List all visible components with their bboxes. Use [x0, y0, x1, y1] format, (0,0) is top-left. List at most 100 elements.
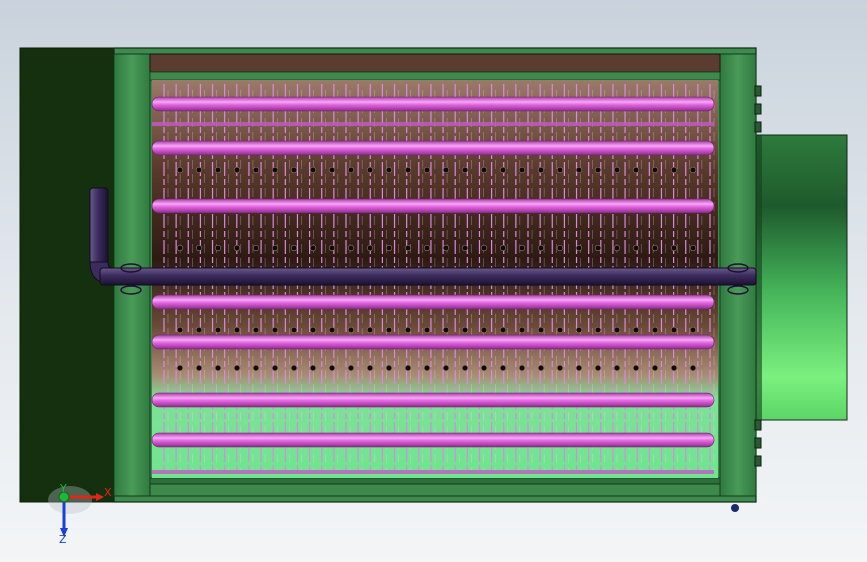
- tube-hole: [233, 326, 241, 334]
- tube-hole: [537, 364, 545, 372]
- tube-hole: [176, 166, 184, 174]
- tube-hole: [366, 244, 374, 252]
- tube-hole: [442, 364, 450, 372]
- tube-hole: [651, 166, 659, 174]
- tube-hole: [480, 326, 488, 334]
- tube-hole: [290, 364, 298, 372]
- tube-hole: [689, 166, 697, 174]
- tube-hole: [461, 364, 469, 372]
- tube-hole: [366, 166, 374, 174]
- tube-hole: [575, 364, 583, 372]
- tube-hole: [385, 166, 393, 174]
- tube-hole: [347, 244, 355, 252]
- tube-hole: [309, 364, 317, 372]
- tube-hole: [499, 244, 507, 252]
- tube-hole: [309, 326, 317, 334]
- tube-hole: [594, 244, 602, 252]
- tube-hole: [499, 326, 507, 334]
- tube-hole: [556, 166, 564, 174]
- tube-hole: [214, 166, 222, 174]
- tube-hole: [385, 364, 393, 372]
- tube-hole: [233, 166, 241, 174]
- tube-hole: [480, 166, 488, 174]
- tube-hole: [613, 364, 621, 372]
- tube-hole: [271, 364, 279, 372]
- heat-exchanger-model[interactable]: X Y Z: [0, 0, 867, 562]
- tube-hole: [613, 244, 621, 252]
- tube-hole: [442, 244, 450, 252]
- tube-hole: [233, 364, 241, 372]
- tube-hole: [670, 364, 678, 372]
- tube-hole: [404, 166, 412, 174]
- tube-hole: [271, 166, 279, 174]
- tube-hole: [499, 364, 507, 372]
- tube-hole: [518, 364, 526, 372]
- tube-hole: [290, 244, 298, 252]
- tube: [151, 294, 715, 310]
- tube-hole: [480, 244, 488, 252]
- tube-hole: [480, 364, 488, 372]
- tube-hole: [651, 326, 659, 334]
- tube-hole: [423, 166, 431, 174]
- tube-hole: [442, 326, 450, 334]
- top-rail: [149, 53, 721, 73]
- tube-hole: [518, 166, 526, 174]
- tube-hole: [252, 244, 260, 252]
- tube-hole: [290, 166, 298, 174]
- tube-hole: [252, 364, 260, 372]
- tube-hole: [309, 166, 317, 174]
- x-axis-label: X: [104, 486, 112, 499]
- tube-hole: [689, 364, 697, 372]
- tube-hole: [176, 244, 184, 252]
- tube-hole: [689, 244, 697, 252]
- tube-hole: [613, 326, 621, 334]
- tube-hole: [404, 244, 412, 252]
- tube-hole: [423, 244, 431, 252]
- tube-hole: [613, 166, 621, 174]
- tube-hole: [575, 166, 583, 174]
- tube-hole: [632, 166, 640, 174]
- tube-hole: [195, 166, 203, 174]
- tube-hole: [518, 244, 526, 252]
- bottom-rail: [149, 483, 721, 497]
- cad-viewport[interactable]: X Y Z: [0, 0, 867, 562]
- bottom-rail-lip: [149, 477, 721, 485]
- manifold-header: [99, 267, 757, 286]
- tube-hole: [328, 364, 336, 372]
- tube: [151, 140, 715, 156]
- tube-hole: [252, 326, 260, 334]
- tube-hole: [214, 326, 222, 334]
- tube-hole: [632, 326, 640, 334]
- tube-hole: [290, 326, 298, 334]
- tube-hole: [670, 166, 678, 174]
- tube-hole: [347, 166, 355, 174]
- fan-housing: [751, 134, 848, 421]
- tube-hole: [404, 326, 412, 334]
- tube-hole: [689, 326, 697, 334]
- tube-hole: [670, 244, 678, 252]
- tube-hole: [594, 166, 602, 174]
- tube-hole: [632, 244, 640, 252]
- tube-thin: [152, 470, 714, 474]
- tube-hole: [594, 364, 602, 372]
- origin-marker: [731, 504, 739, 512]
- tube-hole: [328, 244, 336, 252]
- tube-hole: [195, 326, 203, 334]
- tube-hole: [366, 326, 374, 334]
- tube-hole: [423, 326, 431, 334]
- tube-hole: [651, 364, 659, 372]
- tube-hole: [195, 364, 203, 372]
- tube-hole: [347, 364, 355, 372]
- top-rail-lip: [149, 71, 721, 81]
- tube-hole: [461, 326, 469, 334]
- tube-hole: [556, 364, 564, 372]
- tube-hole: [176, 326, 184, 334]
- tube-hole: [233, 244, 241, 252]
- tube-hole: [271, 326, 279, 334]
- tube: [151, 392, 715, 408]
- tube: [151, 198, 715, 214]
- tube-hole: [309, 244, 317, 252]
- tube-hole: [328, 166, 336, 174]
- tube-hole: [556, 326, 564, 334]
- tube-hole: [328, 326, 336, 334]
